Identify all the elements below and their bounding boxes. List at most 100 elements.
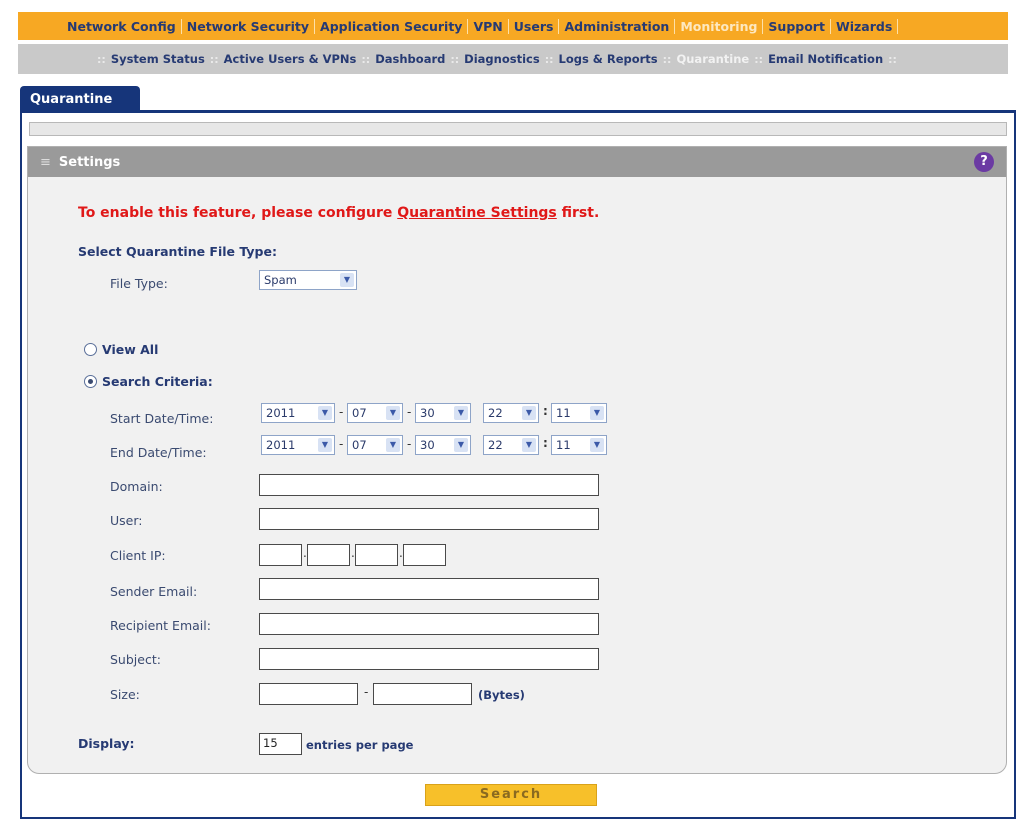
domain-input[interactable] xyxy=(259,474,599,496)
chevron-down-icon: ▼ xyxy=(340,273,354,287)
chevron-down-icon: ▼ xyxy=(318,438,332,452)
size-label: Size: xyxy=(110,687,140,702)
settings-header: ≡ Settings xyxy=(28,147,1006,177)
search-criteria-label: Search Criteria: xyxy=(102,374,213,389)
sub-nav-system-status[interactable]: System Status xyxy=(111,52,205,66)
start-month-value: 07 xyxy=(352,406,367,420)
chevron-down-icon: ▼ xyxy=(318,406,332,420)
start-year-select[interactable]: 2011 ▼ xyxy=(261,403,335,423)
warning-text-suffix: first. xyxy=(556,205,600,221)
recipient-email-label: Recipient Email: xyxy=(110,618,211,633)
chevron-down-icon: ▼ xyxy=(590,406,604,420)
time-separator: : xyxy=(543,436,548,450)
top-nav-network-config[interactable]: Network Config xyxy=(62,19,181,34)
view-all-radio[interactable] xyxy=(84,343,97,356)
chevron-down-icon: ▼ xyxy=(522,406,536,420)
entries-per-page-label: entries per page xyxy=(306,738,414,752)
date-separator: - xyxy=(407,437,412,451)
nav-separator: :: xyxy=(662,52,672,66)
file-type-heading: Select Quarantine File Type: xyxy=(78,244,277,259)
sub-nav-logs-reports[interactable]: Logs & Reports xyxy=(559,52,658,66)
config-warning: To enable this feature, please configure… xyxy=(78,205,599,221)
sub-nav-dashboard[interactable]: Dashboard xyxy=(375,52,445,66)
sub-nav-active-users-vpns[interactable]: Active Users & VPNs xyxy=(224,52,357,66)
sender-email-label: Sender Email: xyxy=(110,584,198,599)
end-month-select[interactable]: 07 ▼ xyxy=(347,435,403,455)
user-label: User: xyxy=(110,513,143,528)
chevron-down-icon: ▼ xyxy=(454,406,468,420)
sub-nav-quarantine[interactable]: Quarantine xyxy=(676,52,749,66)
search-criteria-radio[interactable] xyxy=(84,375,97,388)
sub-nav: :: System Status :: Active Users & VPNs ::… xyxy=(18,44,1008,74)
recipient-email-input[interactable] xyxy=(259,613,599,635)
client-ip-label: Client IP: xyxy=(110,548,166,563)
top-nav-network-security[interactable]: Network Security xyxy=(182,19,314,34)
top-nav-monitoring[interactable]: Monitoring xyxy=(675,19,762,34)
start-hour-select[interactable]: 22 ▼ xyxy=(483,403,539,423)
nav-divider xyxy=(897,18,899,34)
end-minute-select[interactable]: 11 ▼ xyxy=(551,435,607,455)
time-separator: : xyxy=(543,404,548,418)
file-type-value: Spam xyxy=(264,273,297,287)
top-nav-users[interactable]: Users xyxy=(509,19,559,34)
start-day-select[interactable]: 30 ▼ xyxy=(415,403,471,423)
size-max-input[interactable] xyxy=(373,683,472,705)
end-year-select[interactable]: 2011 ▼ xyxy=(261,435,335,455)
top-nav-application-security[interactable]: Application Security xyxy=(315,19,467,34)
top-nav-support[interactable]: Support xyxy=(763,19,830,34)
nav-separator: :: xyxy=(544,52,554,66)
nav-separator: :: xyxy=(754,52,764,66)
end-day-select[interactable]: 30 ▼ xyxy=(415,435,471,455)
size-min-input[interactable] xyxy=(259,683,358,705)
start-datetime-label: Start Date/Time: xyxy=(110,411,214,426)
nav-separator: :: xyxy=(450,52,460,66)
size-range-separator: - xyxy=(364,685,369,699)
collapse-icon[interactable]: ≡ xyxy=(40,155,51,170)
entries-per-page-input[interactable]: 15 xyxy=(259,733,302,755)
chevron-down-icon: ▼ xyxy=(386,438,400,452)
end-datetime-label: End Date/Time: xyxy=(110,445,207,460)
message-bar xyxy=(29,122,1007,136)
date-separator: - xyxy=(407,405,412,419)
end-year-value: 2011 xyxy=(266,438,296,452)
sub-nav-email-notification[interactable]: Email Notification xyxy=(768,52,883,66)
start-minute-select[interactable]: 11 ▼ xyxy=(551,403,607,423)
user-input[interactable] xyxy=(259,508,599,530)
nav-separator: :: xyxy=(97,52,106,66)
client-ip-octet-1[interactable] xyxy=(259,544,302,566)
nav-separator: :: xyxy=(361,52,371,66)
start-minute-value: 11 xyxy=(556,406,571,420)
display-label: Display: xyxy=(78,736,135,751)
client-ip-octet-2[interactable] xyxy=(307,544,350,566)
sub-nav-diagnostics[interactable]: Diagnostics xyxy=(464,52,540,66)
file-type-select[interactable]: Spam ▼ xyxy=(259,270,357,290)
file-type-label: File Type: xyxy=(110,276,168,291)
top-nav: Network Config Network Security Applicat… xyxy=(18,12,1008,40)
end-hour-value: 22 xyxy=(488,438,503,452)
client-ip-octet-3[interactable] xyxy=(355,544,398,566)
top-nav-wizards[interactable]: Wizards xyxy=(831,19,897,34)
settings-title: Settings xyxy=(58,155,121,170)
subject-input[interactable] xyxy=(259,648,599,670)
chevron-down-icon: ▼ xyxy=(522,438,536,452)
subject-label: Subject: xyxy=(110,652,161,667)
search-button[interactable]: Search xyxy=(425,784,597,806)
sender-email-input[interactable] xyxy=(259,578,599,600)
date-separator: - xyxy=(339,437,344,451)
end-minute-value: 11 xyxy=(556,438,571,452)
client-ip-octet-4[interactable] xyxy=(403,544,446,566)
date-separator: - xyxy=(339,405,344,419)
warning-text: To enable this feature, please configure xyxy=(78,205,398,221)
end-day-value: 30 xyxy=(420,438,435,452)
help-icon[interactable]: ? xyxy=(974,152,994,172)
nav-separator: :: xyxy=(209,52,219,66)
size-unit-label: (Bytes) xyxy=(478,688,525,702)
top-nav-administration[interactable]: Administration xyxy=(559,19,674,34)
chevron-down-icon: ▼ xyxy=(590,438,604,452)
end-hour-select[interactable]: 22 ▼ xyxy=(483,435,539,455)
quarantine-settings-link[interactable]: Quarantine Settings xyxy=(397,205,557,221)
domain-label: Domain: xyxy=(110,479,163,494)
tab-quarantine[interactable]: Quarantine xyxy=(20,86,140,112)
top-nav-vpn[interactable]: VPN xyxy=(468,19,507,34)
start-month-select[interactable]: 07 ▼ xyxy=(347,403,403,423)
